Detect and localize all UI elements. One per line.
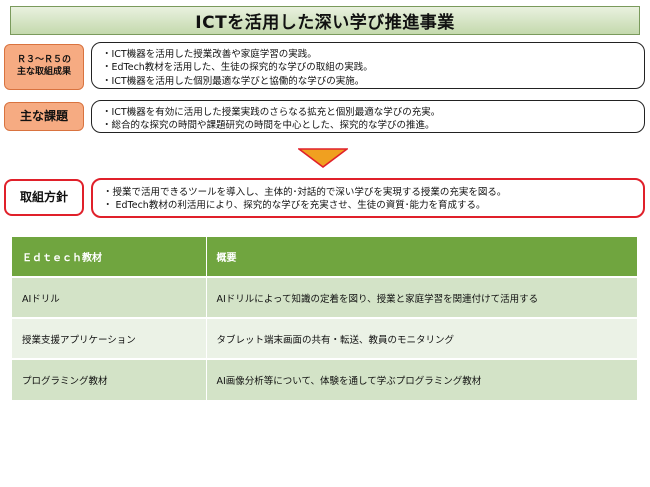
- issues-label-text: 主な課題: [19, 108, 68, 123]
- table-header-material: Ｅｄｔｅｃｈ教材: [12, 237, 207, 277]
- results-line: ・ICT機器を活用した授業改善や家庭学習の実践。: [102, 49, 317, 60]
- policy-content-box: ・授業で活用できるツールを導入し、主体的･対話的で深い学びを実現する授業の充実を…: [91, 178, 645, 218]
- table-cell-overview: AIドリルによって知識の定着を図り、授業と家庭学習を関連付けて活用する: [206, 276, 638, 318]
- table-cell-material: プログラミング教材: [12, 358, 207, 400]
- issues-content-box: ・ICT機器を有効に活用した授業実践のさらなる拡充と個別最適な学びの充実。 ・総…: [91, 100, 645, 133]
- table-header-row: Ｅｄｔｅｃｈ教材 概要: [12, 237, 638, 277]
- results-content-box: ・ICT機器を活用した授業改善や家庭学習の実践。 ・EdTech教材を活用した、…: [91, 42, 645, 89]
- table-cell-overview: AI画像分析等について、体験を通して学ぶプログラミング教材: [206, 358, 638, 400]
- results-label-line: 主な取組成果: [16, 67, 71, 77]
- table-row: AIドリル AIドリルによって知識の定着を図り、授業と家庭学習を関連付けて活用す…: [12, 276, 638, 318]
- issues-line: ・総合的な探究の時間や課題研究の時間を中心とした、探究的な学びの推進。: [102, 120, 435, 132]
- policy-line: ・ EdTech教材の利活用により、探究的な学びを充実させ、生徒の資質･能力を育…: [103, 200, 486, 212]
- results-line: ・EdTech教材を活用した、生徒の探究的な学びの取組の実践。: [102, 62, 373, 74]
- issues-line: ・ICT機器を有効に活用した授業実践のさらなる拡充と個別最適な学びの充実。: [102, 107, 441, 118]
- page-title: ICTを活用した深い学び推進事業: [195, 13, 455, 33]
- results-line: ・ICT機器を活用した個別最適な学びと協働的な学びの実施。: [102, 75, 365, 87]
- issues-label: 主な課題: [4, 102, 84, 131]
- table-cell-material: 授業支援アプリケーション: [12, 317, 207, 359]
- down-arrow-icon: [298, 148, 348, 168]
- page-title-banner: ICTを活用した深い学び推進事業: [10, 6, 640, 35]
- policy-label-text: 取組方針: [19, 189, 68, 204]
- table-cell-overview: タブレット端末画面の共有・転送、教員のモニタリング: [206, 317, 638, 359]
- policy-line: ・授業で活用できるツールを導入し、主体的･対話的で深い学びを実現する授業の充実を…: [103, 187, 507, 198]
- table-cell-material: AIドリル: [12, 276, 207, 318]
- policy-label: 取組方針: [4, 179, 84, 216]
- table-header-overview: 概要: [206, 237, 638, 277]
- edtech-table: Ｅｄｔｅｃｈ教材 概要 AIドリル AIドリルによって知識の定着を図り、授業と家…: [12, 237, 638, 400]
- table-row: 授業支援アプリケーション タブレット端末画面の共有・転送、教員のモニタリング: [12, 317, 638, 359]
- table-row: プログラミング教材 AI画像分析等について、体験を通して学ぶプログラミング教材: [12, 358, 638, 400]
- results-label-line: Ｒ３～Ｒ５の: [16, 55, 71, 66]
- results-label: Ｒ３～Ｒ５の 主な取組成果: [4, 44, 84, 90]
